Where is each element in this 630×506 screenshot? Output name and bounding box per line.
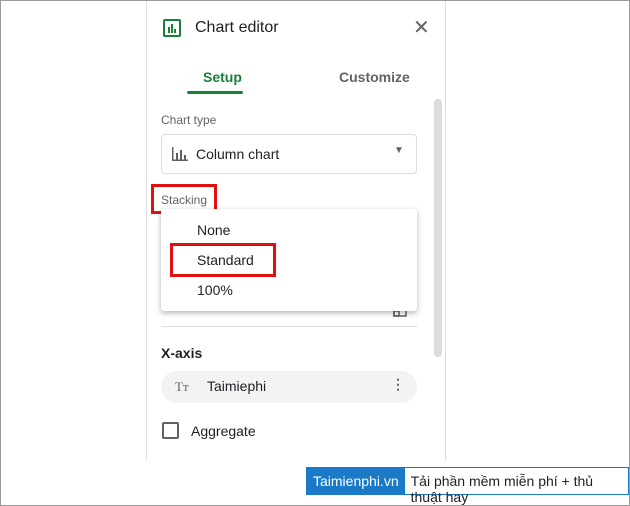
aggregate-checkbox[interactable] — [162, 422, 179, 439]
close-icon[interactable]: ✕ — [413, 15, 430, 40]
scrollbar[interactable] — [434, 99, 442, 357]
dropdown-arrow-icon: ▼ — [394, 145, 404, 156]
tab-setup[interactable]: Setup — [203, 69, 242, 85]
chart-icon — [163, 19, 181, 37]
stacking-label: Stacking — [161, 193, 208, 207]
chart-type-value: Column chart — [196, 146, 280, 162]
aggregate-label: Aggregate — [191, 423, 256, 439]
x-axis-chip[interactable]: Tт Taimiephi ⋮ — [161, 371, 417, 403]
x-axis-value: Taimiephi — [207, 378, 267, 394]
stacking-menu: None Standard 100% — [161, 209, 417, 311]
chart-type-select[interactable]: Column chart ▼ — [161, 134, 417, 174]
x-axis-label: X-axis — [161, 345, 203, 361]
highlight-box — [170, 243, 276, 277]
active-tab-indicator — [187, 91, 243, 94]
tab-customize[interactable]: Customize — [339, 69, 410, 85]
column-chart-icon — [172, 147, 188, 161]
divider — [161, 326, 417, 327]
chart-editor-panel: Chart editor ✕ Setup Customize Chart typ… — [146, 1, 446, 461]
brand-tagline: Tải phần mềm miễn phí + thủ thuật hay — [404, 468, 628, 505]
more-options-icon[interactable]: ⋮ — [391, 376, 405, 393]
panel-title: Chart editor — [195, 19, 279, 36]
menu-item-100-percent[interactable]: 100% — [197, 282, 233, 298]
text-type-icon: Tт — [175, 379, 189, 394]
brand-logo: Taimienphi.vn — [307, 468, 405, 494]
menu-item-none[interactable]: None — [197, 222, 230, 238]
chart-type-label: Chart type — [161, 113, 217, 127]
watermark-banner: Taimienphi.vn Tải phần mềm miễn phí + th… — [306, 467, 629, 505]
